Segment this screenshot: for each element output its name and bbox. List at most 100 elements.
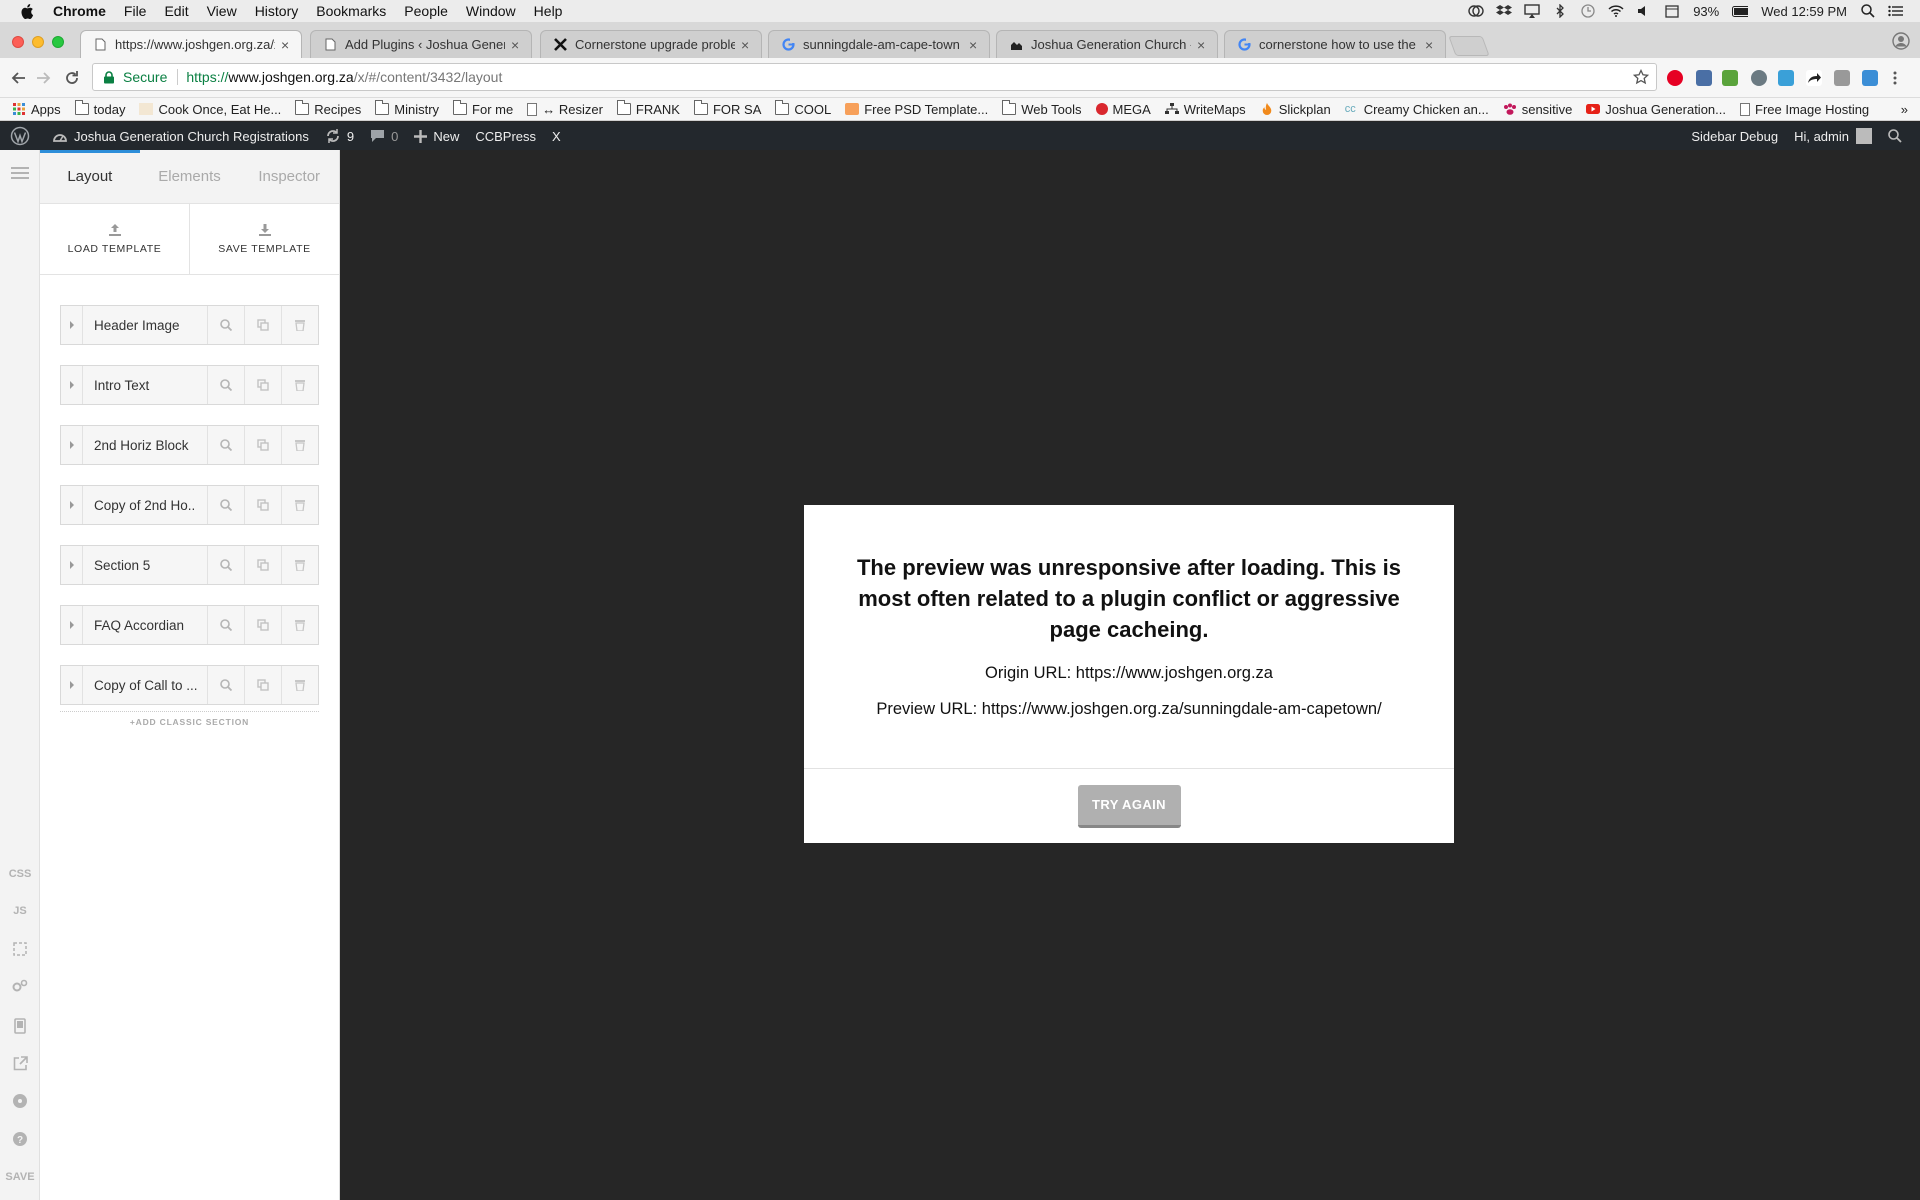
close-tab-icon[interactable]: ×: [281, 37, 293, 53]
share-arrow-icon[interactable]: [1806, 70, 1822, 86]
menu-people[interactable]: People: [395, 3, 457, 19]
menu-view[interactable]: View: [198, 3, 246, 19]
tab-cornerstone-upgrade[interactable]: Cornerstone upgrade problem ×: [540, 30, 762, 58]
bluetooth-icon[interactable]: [1552, 4, 1568, 18]
bookmark-resizer[interactable]: ↔ Resizer: [527, 102, 603, 117]
tab-inspector[interactable]: Inspector: [239, 150, 339, 203]
tab-google-cornerstone[interactable]: cornerstone how to use the qu ×: [1224, 30, 1446, 58]
tab-google-sunningdale[interactable]: sunningdale-am-cape-town - G ×: [768, 30, 990, 58]
close-tab-icon[interactable]: ×: [511, 37, 523, 53]
section-name[interactable]: 2nd Horiz Block: [83, 426, 207, 464]
inspect-search-icon[interactable]: [207, 486, 244, 524]
section-row[interactable]: Intro Text: [60, 365, 319, 405]
close-tab-icon[interactable]: ×: [741, 37, 753, 53]
section-row[interactable]: Copy of Call to ...: [60, 665, 319, 705]
trash-icon[interactable]: [281, 426, 318, 464]
expand-caret-icon[interactable]: [61, 366, 83, 404]
chrome-menu-icon[interactable]: [1892, 70, 1898, 86]
menu-window[interactable]: Window: [457, 3, 525, 19]
menu-file[interactable]: File: [115, 3, 156, 19]
tab-joshua-generation-church[interactable]: Joshua Generation Church - S ×: [996, 30, 1218, 58]
info-circle-icon[interactable]: [0, 1086, 40, 1116]
back-button[interactable]: [8, 68, 28, 88]
reload-button[interactable]: [62, 68, 82, 88]
bookmark-apps[interactable]: Apps: [12, 102, 61, 117]
expand-caret-icon[interactable]: [61, 426, 83, 464]
bookmark-web-tools[interactable]: Web Tools: [1002, 100, 1082, 117]
inspect-search-icon[interactable]: [207, 366, 244, 404]
menubar-clock[interactable]: Wed 12:59 PM: [1761, 4, 1847, 19]
responsive-device-icon[interactable]: [0, 1011, 40, 1041]
duplicate-icon[interactable]: [244, 546, 281, 584]
trash-icon[interactable]: [281, 606, 318, 644]
bookmark-for-sa[interactable]: FOR SA: [693, 100, 761, 117]
tab-joshgen-editor[interactable]: https://www.joshgen.org.za/x/#/ ×: [80, 30, 302, 58]
profile-icon[interactable]: [1892, 32, 1910, 50]
dropbox-icon[interactable]: [1496, 4, 1513, 18]
wp-my-account[interactable]: Hi, admin: [1786, 128, 1880, 144]
section-name[interactable]: FAQ Accordian: [83, 606, 207, 644]
battery-icon[interactable]: [1732, 4, 1749, 18]
save-template-button[interactable]: SAVE TEMPLATE: [189, 204, 339, 274]
address-bar[interactable]: Secure https:// www.joshgen.org.za /x/#/…: [92, 63, 1657, 91]
inspect-search-icon[interactable]: [207, 306, 244, 344]
extension-icon[interactable]: [1696, 70, 1712, 86]
close-tab-icon[interactable]: ×: [969, 37, 981, 53]
wp-comments[interactable]: 0: [362, 129, 406, 144]
extension-icon[interactable]: [1778, 70, 1794, 86]
menu-edit[interactable]: Edit: [155, 3, 197, 19]
section-name[interactable]: Copy of 2nd Ho..: [83, 486, 207, 524]
bookmark-creamy-chicken[interactable]: cc Creamy Chicken an...: [1345, 102, 1489, 117]
bookmark-star-icon[interactable]: [1632, 68, 1650, 86]
expand-caret-icon[interactable]: [61, 486, 83, 524]
bookmark-cook-once[interactable]: Cook Once, Eat He...: [139, 102, 281, 117]
bookmark-frank[interactable]: FRANK: [616, 100, 680, 117]
help-icon[interactable]: ?: [0, 1124, 40, 1154]
tab-elements[interactable]: Elements: [140, 150, 240, 203]
trash-icon[interactable]: [281, 366, 318, 404]
section-name[interactable]: Section 5: [83, 546, 207, 584]
wp-sidebar-debug[interactable]: Sidebar Debug: [1683, 129, 1786, 144]
save-button[interactable]: SAVE: [0, 1162, 40, 1192]
section-name[interactable]: Header Image: [83, 306, 207, 344]
menu-history[interactable]: History: [246, 3, 308, 19]
section-row[interactable]: Section 5: [60, 545, 319, 585]
try-again-button[interactable]: TRY AGAIN: [1077, 784, 1181, 828]
bookmark-free-image-hosting[interactable]: Free Image Hosting: [1740, 102, 1869, 117]
duplicate-icon[interactable]: [244, 486, 281, 524]
extension-icon[interactable]: [1862, 70, 1878, 86]
spotlight-search-icon[interactable]: [1860, 4, 1876, 18]
bookmark-writemaps[interactable]: WriteMaps: [1164, 102, 1246, 117]
extension-icon[interactable]: [1834, 70, 1850, 86]
section-name[interactable]: Intro Text: [83, 366, 207, 404]
inspect-search-icon[interactable]: [207, 666, 244, 704]
bookmark-ministry[interactable]: Ministry: [375, 100, 439, 117]
evernote-extension-icon[interactable]: [1751, 70, 1767, 86]
bookmark-for-me[interactable]: For me: [453, 100, 513, 117]
apple-icon[interactable]: [20, 3, 34, 19]
menu-bookmarks[interactable]: Bookmarks: [307, 3, 395, 19]
wp-new-content[interactable]: New: [406, 129, 467, 144]
duplicate-icon[interactable]: [244, 306, 281, 344]
trash-icon[interactable]: [281, 666, 318, 704]
section-name[interactable]: Copy of Call to ...: [83, 666, 207, 704]
section-row[interactable]: Copy of 2nd Ho..: [60, 485, 319, 525]
js-editor-button[interactable]: JS: [0, 896, 40, 926]
wp-site-name[interactable]: Joshua Generation Church Registrations: [44, 129, 317, 144]
close-tab-icon[interactable]: ×: [1425, 37, 1437, 53]
wp-x-theme[interactable]: X: [544, 129, 569, 144]
skeleton-mode-icon[interactable]: [0, 934, 40, 964]
new-extension-icon[interactable]: [1722, 70, 1738, 86]
view-site-icon[interactable]: [0, 1048, 40, 1078]
expand-caret-icon[interactable]: [61, 606, 83, 644]
zoom-window-button[interactable]: [52, 36, 64, 48]
notification-center-icon[interactable]: [1888, 4, 1904, 18]
time-machine-icon[interactable]: [1580, 4, 1596, 18]
bookmarks-overflow-chevron[interactable]: »: [1901, 102, 1908, 117]
section-row[interactable]: 2nd Horiz Block: [60, 425, 319, 465]
inspect-search-icon[interactable]: [207, 546, 244, 584]
tab-add-plugins[interactable]: Add Plugins ‹ Joshua Generati ×: [310, 30, 532, 58]
expand-caret-icon[interactable]: [61, 306, 83, 344]
trash-icon[interactable]: [281, 486, 318, 524]
cc-menubar-icon[interactable]: [1468, 4, 1484, 18]
